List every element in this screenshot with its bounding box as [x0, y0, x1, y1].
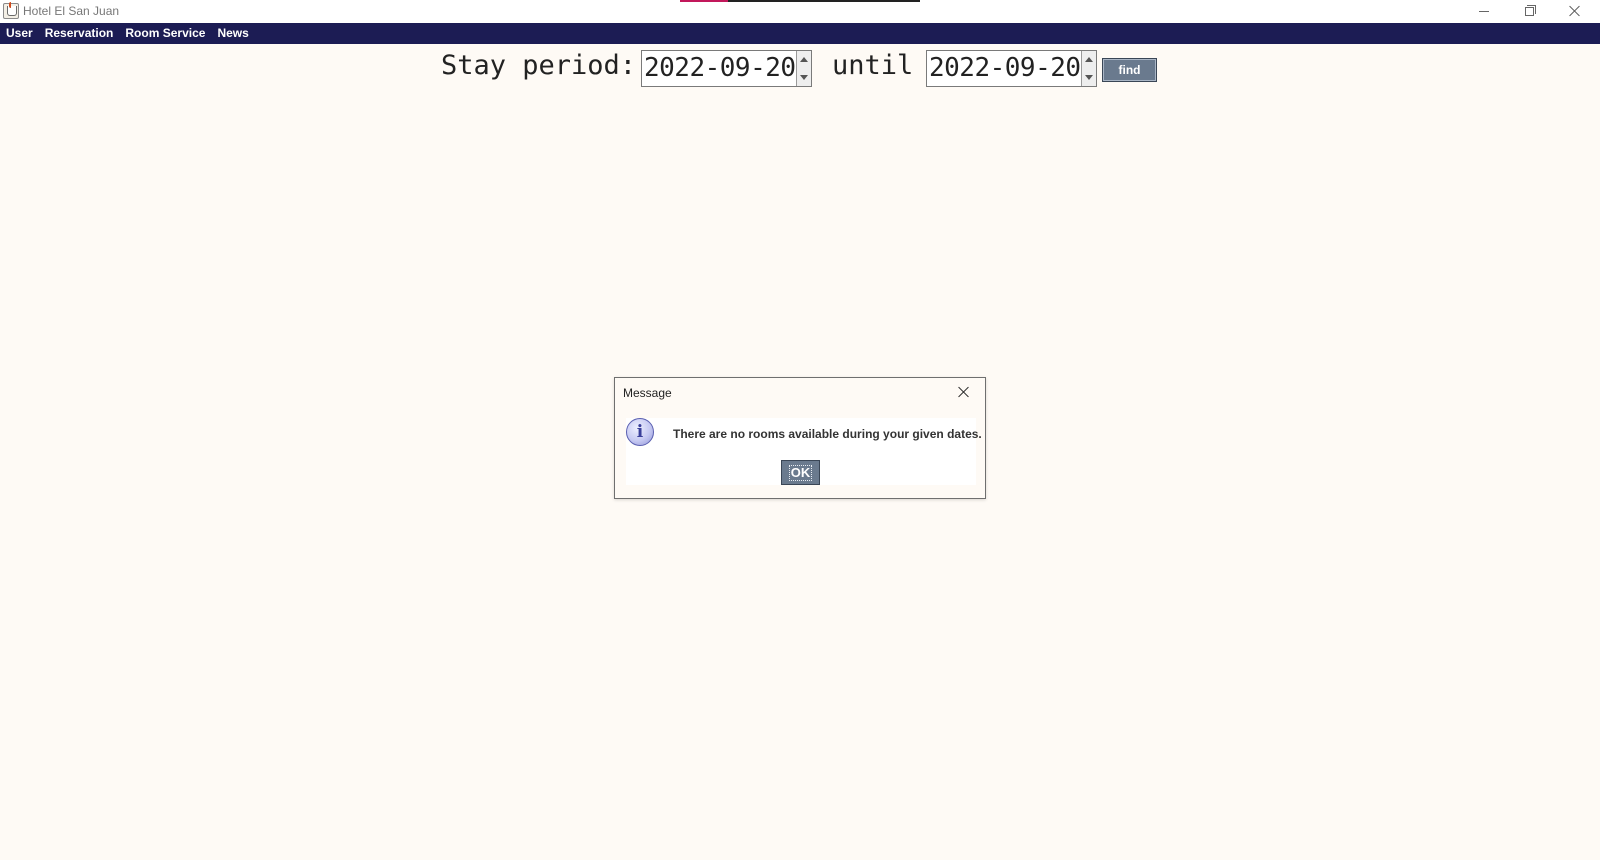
from-date-value[interactable]: 2022-09-20 — [644, 53, 796, 83]
arrow-up-icon — [800, 57, 808, 62]
minimize-icon — [1479, 10, 1489, 12]
menu-reservation[interactable]: Reservation — [39, 23, 120, 44]
ok-button[interactable]: OK — [781, 460, 820, 485]
to-date-spinner[interactable]: 2022-09-20 — [926, 50, 1097, 87]
to-date-value[interactable]: 2022-09-20 — [929, 53, 1081, 83]
to-date-increment-button[interactable] — [1081, 51, 1096, 69]
stay-period-label: Stay period: — [441, 50, 637, 81]
find-button[interactable]: find — [1102, 58, 1157, 82]
arrow-up-icon — [1085, 57, 1093, 62]
menu-news[interactable]: News — [211, 23, 254, 44]
ok-button-label: OK — [788, 464, 813, 481]
restore-icon — [1524, 4, 1536, 16]
dialog-body: i There are no rooms available during yo… — [626, 418, 982, 485]
dialog-message: There are no rooms available during your… — [673, 427, 982, 441]
from-date-decrement-button[interactable] — [796, 68, 811, 86]
message-dialog: Message i There are no rooms available d… — [614, 377, 986, 499]
menu-bar: User Reservation Room Service News — [0, 23, 1600, 44]
menu-room-service[interactable]: Room Service — [119, 23, 211, 44]
info-icon: i — [626, 418, 654, 446]
from-date-increment-button[interactable] — [796, 51, 811, 69]
close-icon — [1569, 5, 1581, 17]
window-titlebar: Hotel El San Juan — [0, 0, 1600, 23]
menu-user[interactable]: User — [0, 23, 39, 44]
dialog-title: Message — [623, 386, 672, 400]
restore-button[interactable] — [1506, 0, 1552, 22]
close-window-button[interactable] — [1552, 0, 1598, 22]
java-cup-icon — [3, 2, 19, 19]
from-date-spinner[interactable]: 2022-09-20 — [641, 50, 812, 87]
window-title: Hotel El San Juan — [23, 4, 120, 18]
to-date-decrement-button[interactable] — [1081, 68, 1096, 86]
arrow-down-icon — [1085, 74, 1093, 80]
until-label: until — [832, 50, 914, 81]
title-accent-line — [680, 0, 920, 2]
dialog-close-button[interactable] — [955, 383, 973, 401]
arrow-down-icon — [800, 74, 808, 80]
minimize-button[interactable] — [1461, 0, 1507, 22]
